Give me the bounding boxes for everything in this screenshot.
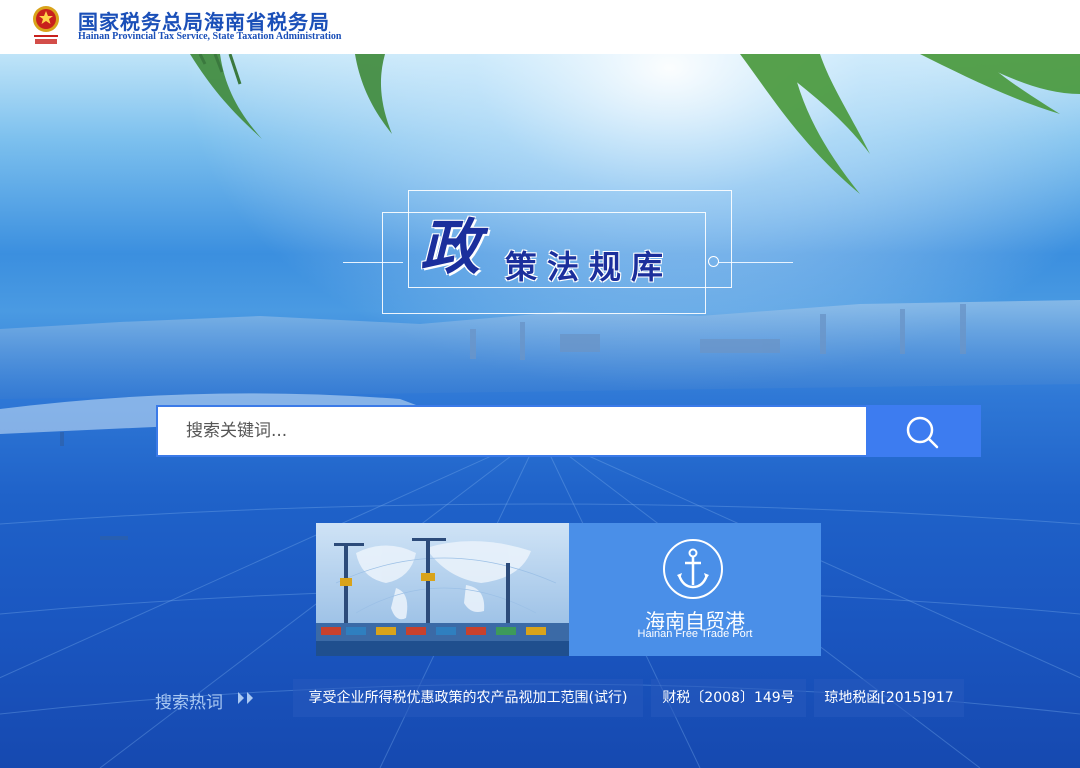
- port-photo: [316, 523, 569, 656]
- org-name-en: Hainan Provincial Tax Service, State Tax…: [78, 31, 342, 42]
- search-icon: [906, 416, 939, 449]
- title-text: 策法规库: [505, 248, 674, 286]
- title-big-char: 政: [420, 213, 480, 283]
- tax-emblem-logo[interactable]: [29, 4, 63, 48]
- hot-search-label: 搜索热词: [155, 693, 223, 713]
- site-header: 国家税务总局海南省税务局 Hainan Provincial Tax Servi…: [0, 0, 1080, 54]
- hot-search-tag[interactable]: 享受企业所得税优惠政策的农产品视加工范围(试行): [293, 679, 643, 717]
- banner-side-panel: 海南自贸港 Hainan Free Trade Port: [569, 523, 821, 656]
- banner-title-en: Hainan Free Trade Port: [637, 628, 753, 640]
- search-button[interactable]: [866, 405, 981, 457]
- search-input[interactable]: [156, 405, 866, 457]
- policy-library-title: 政 策法规库: [340, 190, 800, 320]
- search-bar: [156, 405, 981, 457]
- anchor-icon: [663, 539, 723, 599]
- title-decor-circle: [708, 256, 719, 267]
- hot-search-tag[interactable]: 财税〔2008〕149号: [651, 679, 806, 717]
- hainan-ftp-banner[interactable]: 海南自贸港 Hainan Free Trade Port: [316, 523, 821, 656]
- double-chevron-right-icon: [236, 689, 258, 711]
- hot-search-tag[interactable]: 琼地税函[2015]917: [814, 679, 964, 717]
